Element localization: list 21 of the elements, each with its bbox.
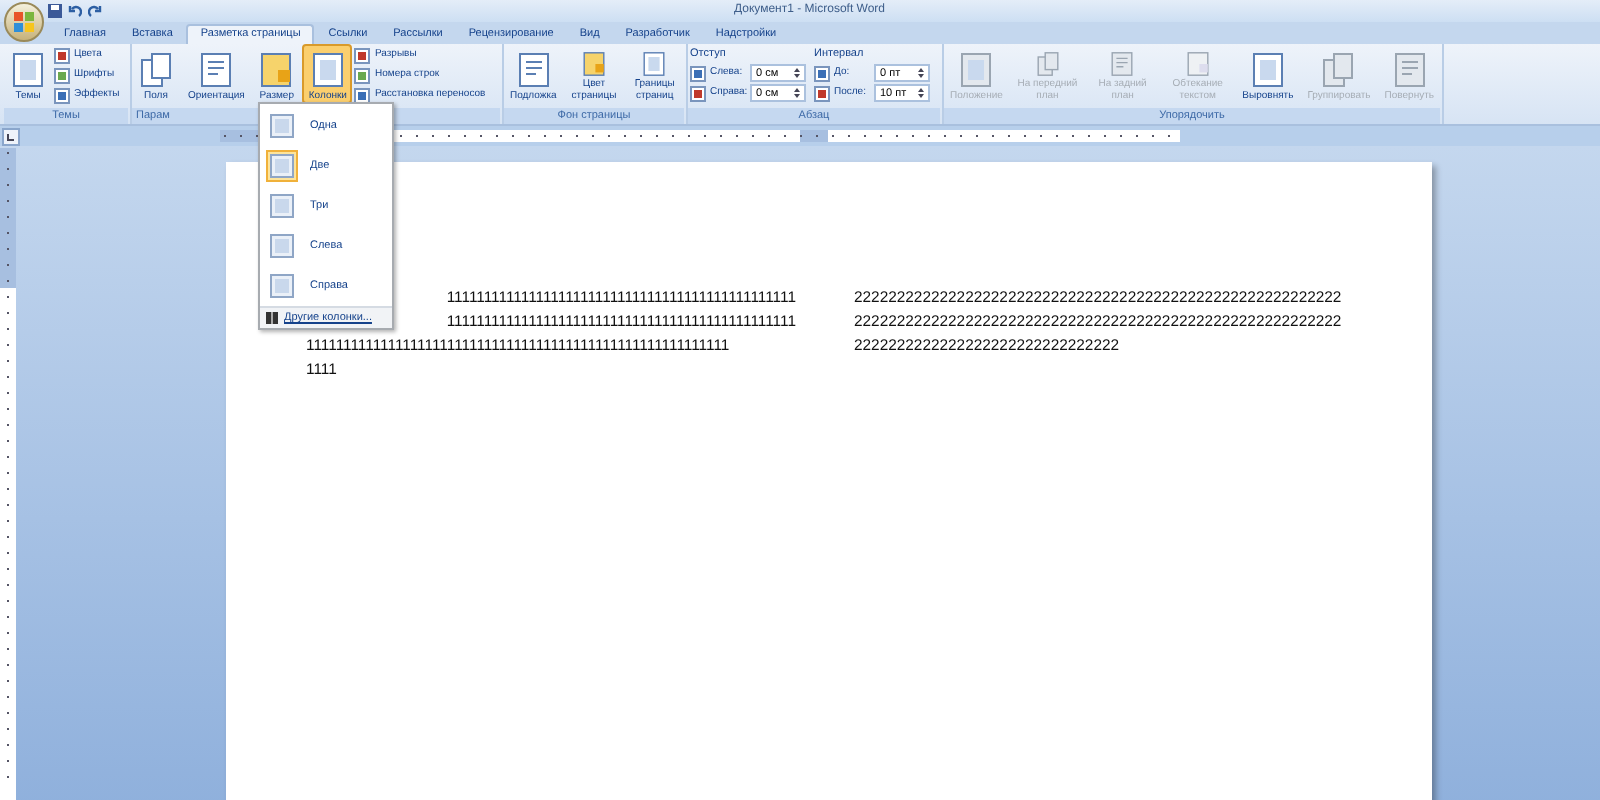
- office-button[interactable]: [4, 2, 44, 42]
- ribbon-icon: [138, 50, 174, 90]
- save-icon[interactable]: [48, 4, 62, 18]
- ribbon-icon: [515, 50, 552, 90]
- spinner-icon: [918, 66, 924, 81]
- ribbon-icon: [1320, 50, 1357, 90]
- undo-icon[interactable]: [68, 4, 82, 18]
- spinner-icon: [794, 66, 800, 81]
- ribbon-icon: [309, 50, 346, 90]
- columns-icon: [266, 312, 278, 324]
- spinner-icon: [794, 86, 800, 101]
- logo-icon: [14, 12, 34, 32]
- ribbon-icon: [1391, 50, 1428, 90]
- ribbon-icon: [10, 50, 46, 90]
- ruler-toggle-icon[interactable]: [2, 127, 20, 145]
- ribbon-icon: [198, 50, 235, 90]
- ribbon-icon: [258, 50, 295, 90]
- spinner-icon: [918, 86, 924, 101]
- ribbon-icon: [1249, 50, 1286, 90]
- ribbon-icon: [958, 50, 995, 90]
- redo-icon[interactable]: [88, 4, 102, 18]
